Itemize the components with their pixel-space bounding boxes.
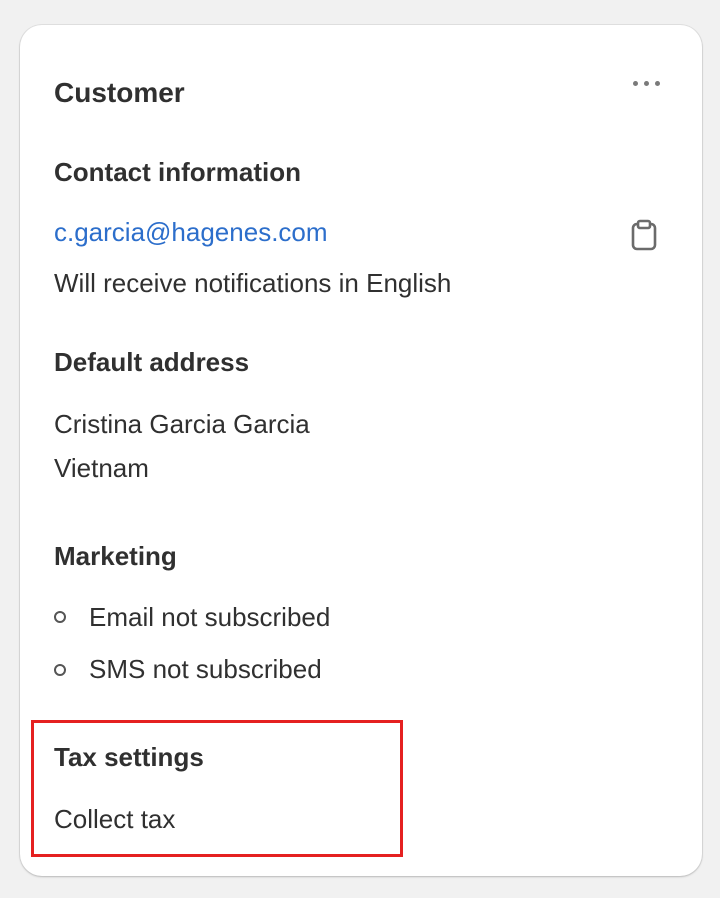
tax-settings-heading: Tax settings [54,742,204,772]
customer-card: Customer Contact information c.garcia@ha… [20,25,702,876]
marketing-heading: Marketing [54,541,177,571]
customer-email-link[interactable]: c.garcia@hagenes.com [54,217,328,248]
contact-information-heading: Contact information [54,157,301,187]
notification-language-text: Will receive notifications in English [54,268,452,298]
circle-outline-icon [54,664,66,676]
email-subscription-status: Email not subscribed [89,602,331,632]
ellipsis-horizontal-icon [632,80,638,86]
copy-email-button[interactable] [626,217,662,253]
more-actions-button[interactable] [620,65,672,101]
address-name: Cristina Garcia Garcia [54,409,310,439]
circle-outline-icon [54,611,66,623]
tax-settings-value: Collect tax [54,804,176,834]
default-address-heading: Default address [54,347,250,377]
sms-subscription-status: SMS not subscribed [89,654,322,684]
card-title: Customer [54,77,185,108]
address-country: Vietnam [54,453,149,483]
clipboard-icon [631,219,657,251]
